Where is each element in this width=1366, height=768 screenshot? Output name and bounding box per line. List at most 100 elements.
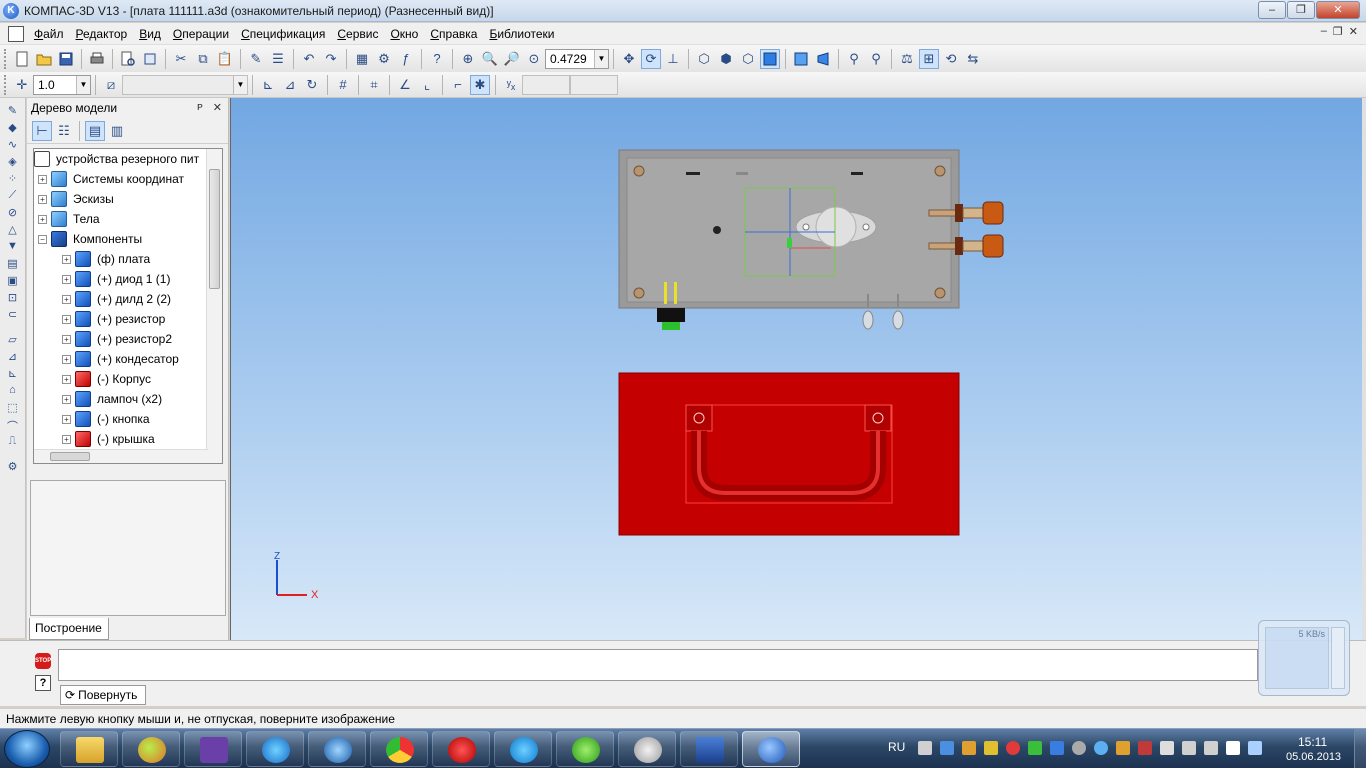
menu-operations[interactable]: Операции (167, 24, 235, 44)
tray-display-icon[interactable] (1182, 741, 1196, 755)
taskbar-internet-explorer[interactable] (246, 731, 304, 767)
elements-icon[interactable]: ⊡ (4, 291, 22, 307)
update-icon[interactable]: ⇆ (963, 49, 983, 69)
menu-service[interactable]: Сервис (331, 24, 384, 44)
tree-view-mode-icon[interactable]: ☷ (54, 121, 74, 141)
resistor[interactable] (736, 172, 748, 175)
clock-time[interactable]: 15:11 (1298, 735, 1327, 749)
function-icon[interactable]: ƒ (396, 49, 416, 69)
help-icon[interactable]: ? (35, 675, 51, 691)
tree-structure-icon[interactable]: ⊢ (32, 120, 52, 141)
rotate-plane-icon[interactable]: ↻ (302, 75, 322, 95)
tree-expander[interactable]: + (62, 414, 71, 424)
mdi-close-button[interactable]: ✕ (1349, 25, 1358, 38)
menu-specification[interactable]: Спецификация (235, 24, 331, 44)
mdi-minimize-button[interactable]: – (1321, 25, 1327, 38)
taskbar-mail-agent[interactable] (308, 731, 366, 767)
tab-build[interactable]: Построение (29, 618, 109, 640)
tray-update-icon[interactable] (984, 741, 998, 755)
tree-item[interactable]: + (+) резистор2 (34, 329, 222, 349)
ortho-mode-icon[interactable]: ⌗ (364, 75, 384, 95)
taskbar-skype[interactable] (494, 731, 552, 767)
minimize-button[interactable]: – (1258, 1, 1286, 19)
tree-expander[interactable]: + (62, 434, 71, 444)
snap-angle-icon[interactable]: ∠ (395, 75, 415, 95)
tree-item[interactable]: + (-) кнопка (34, 409, 222, 429)
show-desktop-button[interactable] (1354, 729, 1366, 768)
bend-icon[interactable]: ⊿ (4, 350, 22, 366)
model-canvas[interactable]: Z X (231, 98, 1362, 640)
taskbar-clock-app[interactable] (618, 731, 676, 767)
tray-power-icon[interactable] (1248, 741, 1262, 755)
selection-filter-icon[interactable]: ⚲ (866, 49, 886, 69)
orientation-icon[interactable]: ⊥ (663, 49, 683, 69)
taskbar-word[interactable] (680, 731, 738, 767)
tray-arrow-icon[interactable] (918, 741, 932, 755)
tray-antivirus-icon[interactable] (1028, 741, 1042, 755)
snap-corner-icon[interactable]: ⌞ (417, 75, 437, 95)
unfold-icon[interactable]: ⬚ (4, 401, 22, 417)
tree-expander[interactable]: + (62, 394, 71, 404)
local-cs-icon[interactable]: ⊿ (280, 75, 300, 95)
tray-volume-icon[interactable] (1160, 741, 1174, 755)
sheet-metal-icon[interactable]: ▱ (4, 333, 22, 349)
tree-expander[interactable]: + (38, 214, 47, 224)
taskbar-yandex[interactable] (432, 731, 490, 767)
mates-icon[interactable]: ⊘ (4, 206, 22, 222)
menu-window[interactable]: Окно (384, 24, 424, 44)
network-monitor-widget[interactable]: 5 KB/s (1258, 620, 1350, 696)
tray-download-icon[interactable] (1050, 741, 1064, 755)
arrays-icon[interactable]: ⁘ (4, 172, 22, 188)
redo-icon[interactable]: ↷ (321, 49, 341, 69)
taskbar-explorer[interactable] (60, 731, 118, 767)
taskbar-kompas[interactable] (742, 731, 800, 767)
surfaces-icon[interactable]: ◈ (4, 155, 22, 171)
diode-2[interactable] (851, 172, 863, 175)
tree-item[interactable]: устройства резерного пит (34, 149, 222, 169)
tray-signal-icon[interactable] (1138, 741, 1152, 755)
variables-icon[interactable]: ⚙ (374, 49, 394, 69)
language-indicator[interactable]: RU (888, 740, 905, 754)
tree-expander[interactable]: + (62, 254, 71, 264)
zoom-scale-combo[interactable]: 0.4729 ▼ (545, 48, 609, 69)
parametric-mode-icon[interactable]: ⊞ (919, 48, 939, 69)
chevron-down-icon[interactable]: ▼ (233, 75, 247, 94)
reports-icon[interactable]: ▣ (4, 274, 22, 290)
tree-item[interactable]: + (+) резистор (34, 309, 222, 329)
close-button[interactable]: ✕ (1316, 1, 1360, 19)
weld-icon[interactable]: ⚙ (4, 460, 22, 476)
tree-list-icon[interactable]: ▥ (107, 121, 127, 141)
tree-item[interactable]: + лампоч (x2) (34, 389, 222, 409)
ortho-icon[interactable]: ⌐ (448, 75, 468, 95)
flange-icon[interactable]: ⊾ (4, 367, 22, 383)
tray-battery-icon[interactable] (962, 741, 976, 755)
shaded-icon[interactable] (760, 48, 780, 69)
kompas-app-icon[interactable]: K (3, 2, 19, 19)
rotate-icon[interactable]: ⟳ (641, 48, 661, 69)
taskbar-icq[interactable] (556, 731, 614, 767)
tray-sound-icon[interactable] (1226, 741, 1240, 755)
spec-icon[interactable]: ▤ (4, 257, 22, 273)
chevron-down-icon[interactable]: ▼ (594, 49, 608, 68)
list-icon[interactable]: ☰ (268, 49, 288, 69)
zoom-fit-icon[interactable]: ⊕ (458, 49, 478, 69)
diode-1[interactable] (686, 172, 700, 175)
cursor-step-combo[interactable]: 1.0 ▼ (33, 74, 91, 95)
tree-expander[interactable]: + (62, 274, 71, 284)
tree-expander[interactable]: + (62, 374, 71, 384)
properties-icon[interactable]: ✎ (246, 49, 266, 69)
paste-icon[interactable]: 📋 (215, 49, 235, 69)
properties-field[interactable] (58, 649, 1258, 681)
cut-icon[interactable]: ✂ (171, 49, 191, 69)
tree-item[interactable]: + (+) кондесатор (34, 349, 222, 369)
tray-flag-icon[interactable] (1204, 741, 1218, 755)
tray-network-icon[interactable] (940, 741, 954, 755)
pan-icon[interactable]: ✥ (619, 49, 639, 69)
filters-icon[interactable]: ▼ (4, 240, 22, 256)
capacitor[interactable] (713, 226, 721, 234)
toolbar-grip[interactable] (4, 74, 7, 95)
x-coordinate-field[interactable] (522, 74, 570, 95)
menu-libraries[interactable]: Библиотеки (483, 24, 560, 44)
edit-details-icon[interactable]: ✎ (4, 104, 22, 120)
tray-opera-icon[interactable] (1006, 741, 1020, 755)
